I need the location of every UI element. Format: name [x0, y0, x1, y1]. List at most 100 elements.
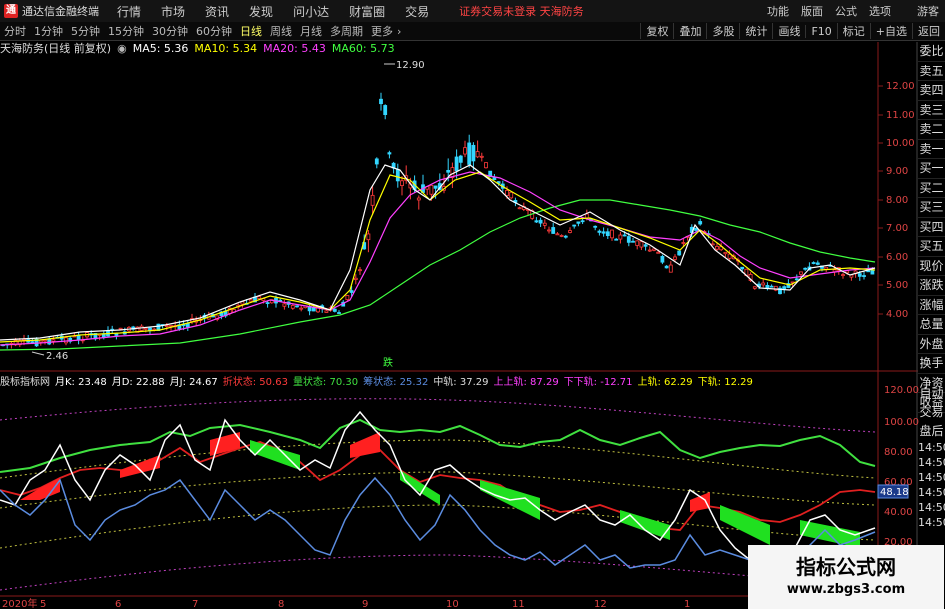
side-item[interactable]: 卖一 — [918, 140, 945, 159]
side-item[interactable]: 现价 — [918, 257, 945, 276]
candle-body — [114, 333, 119, 336]
side-time-item: 14:50 — [918, 471, 945, 484]
candle-body — [815, 262, 820, 265]
candle-body — [870, 269, 875, 275]
candle-body — [467, 142, 472, 165]
price-tick-8: 8.00 — [886, 195, 908, 206]
side-item[interactable]: 外盘 — [918, 335, 945, 354]
ma5-line — [0, 164, 876, 341]
side-time-item: 14:50 — [918, 441, 945, 454]
candle-body — [458, 155, 463, 163]
candle-body — [475, 151, 480, 158]
candle-body — [429, 184, 434, 195]
x-tick-1: 1 — [684, 599, 690, 609]
settings-dot-icon[interactable]: ◉ — [117, 42, 127, 55]
ind-state1: 折状态: 50.63 — [222, 376, 288, 388]
candle-body — [656, 251, 661, 254]
candle-body — [379, 98, 383, 105]
ma10-value: MA10: 5.34 — [194, 41, 258, 55]
candle-body — [282, 303, 287, 307]
x-tick-7: 7 — [192, 599, 198, 609]
side-item[interactable]: 卖三 — [918, 101, 945, 120]
side-item[interactable]: 买五 — [918, 237, 945, 257]
candle-body — [387, 152, 392, 155]
candle-body — [454, 156, 459, 172]
candle-body — [345, 295, 350, 301]
side-item[interactable]: 卖二 — [918, 120, 945, 140]
candle-body — [479, 155, 484, 158]
price-tick-7: 7.00 — [886, 223, 908, 234]
candle-body — [169, 325, 173, 327]
side-mode-item[interactable]: 盘后 — [918, 422, 945, 439]
candle-body — [799, 271, 803, 275]
price-tick-4: 4.00 — [886, 309, 908, 320]
price-axis: 12.00 11.00 10.00 9.00 8.00 7.00 6.00 5.… — [886, 81, 915, 320]
x-tick-6: 6 — [115, 599, 121, 609]
ind-up: 上轨: 62.29 — [637, 376, 693, 388]
side-item[interactable]: 卖四 — [918, 81, 945, 101]
candle-body — [740, 266, 745, 270]
side-item[interactable]: 委比 — [918, 42, 945, 62]
candle-body — [698, 221, 703, 225]
candle-body — [664, 265, 669, 269]
candle-body — [30, 341, 35, 344]
candle-body — [647, 249, 652, 252]
candle-body — [148, 327, 152, 331]
candle-body — [547, 229, 551, 232]
candle-body — [614, 238, 619, 241]
side-time-item: 14:50 — [918, 516, 945, 529]
ind-state2: 量状态: 70.30 — [292, 376, 359, 388]
side-item[interactable]: 卖五 — [918, 62, 945, 81]
side-item[interactable]: 买一 — [918, 159, 945, 179]
side-item[interactable]: 买三 — [918, 198, 945, 218]
candle-body — [463, 147, 467, 155]
x-tick-12: 12 — [594, 599, 607, 609]
ma5-value: MA5: 5.36 — [132, 41, 189, 55]
ind-lower-lower-band — [0, 554, 876, 591]
candle-body — [400, 180, 404, 186]
ind-tick-120: 120.00 — [884, 385, 919, 396]
candle-body — [64, 337, 68, 344]
ind-j: 月J: 24.67 — [169, 376, 218, 388]
ma10-line — [0, 171, 876, 343]
ind-tick-40: 40.00 — [884, 507, 913, 518]
watermark-title: 指标公式网 — [796, 555, 896, 579]
side-mode-item[interactable]: 自动 — [918, 384, 945, 401]
candle-body — [752, 286, 757, 289]
x-tick-8: 8 — [278, 599, 284, 609]
ind-white-line — [0, 410, 876, 561]
indicator-name[interactable]: 股标指标网 — [0, 373, 50, 388]
candle-body — [597, 230, 602, 233]
candle-body — [673, 256, 677, 260]
candle-body — [43, 339, 47, 342]
candle-body — [635, 240, 640, 246]
candle-body — [416, 197, 421, 201]
candle-body — [349, 290, 354, 293]
low-label: 2.46 — [46, 351, 68, 362]
candle-body — [433, 185, 438, 189]
candle-body — [484, 162, 488, 169]
side-item[interactable]: 买二 — [918, 179, 945, 198]
side-item[interactable]: 涨幅 — [918, 296, 945, 315]
indicator-axis: 120.00 100.00 80.00 60.00 40.00 20.00 — [884, 385, 919, 548]
candle-body — [324, 310, 329, 313]
side-item[interactable]: 总量 — [918, 315, 945, 335]
candle-body — [446, 169, 451, 173]
candle-body — [471, 144, 476, 162]
side-time-item: 14:50 — [918, 501, 945, 514]
ind-tick-100: 100.00 — [884, 417, 919, 428]
candle-body — [542, 222, 547, 226]
stock-title: 天海防务(日线 前复权) — [0, 42, 112, 55]
x-tick-9: 9 — [362, 599, 368, 609]
side-mode-item[interactable]: 交易 — [918, 403, 945, 420]
price-tick-9: 9.00 — [886, 166, 908, 177]
price-axis-ticks — [878, 85, 883, 315]
candle-body — [576, 221, 581, 224]
candle-body — [631, 240, 635, 243]
candlesticks — [1, 92, 875, 349]
side-item[interactable]: 买四 — [918, 218, 945, 237]
candle-body — [794, 278, 799, 281]
side-item[interactable]: 涨跌 — [918, 276, 945, 296]
candle-body — [761, 282, 766, 286]
side-item[interactable]: 换手 — [918, 354, 945, 374]
